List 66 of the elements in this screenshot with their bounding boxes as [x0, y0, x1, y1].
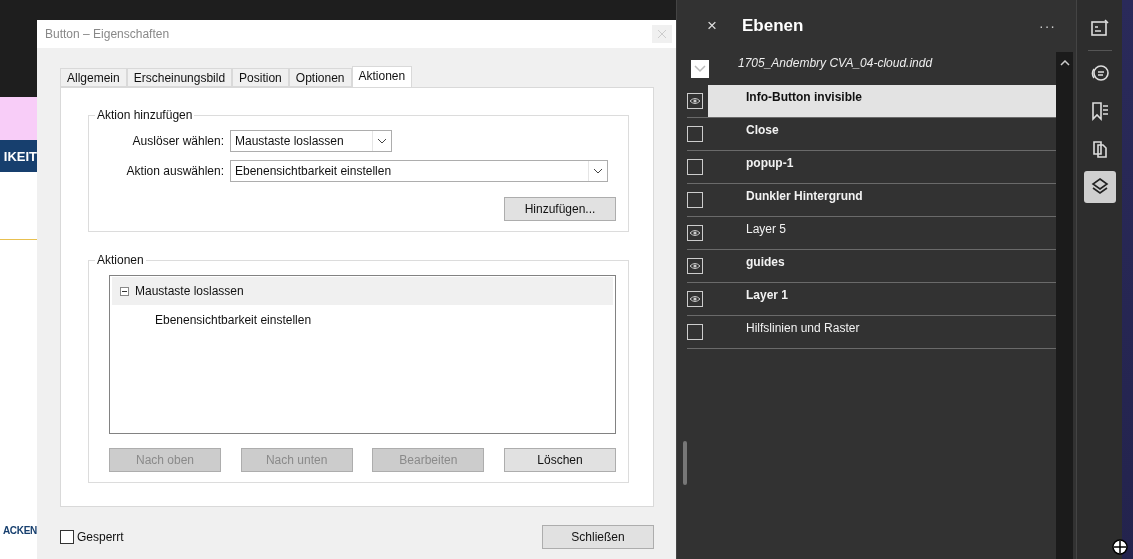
visibility-toggle[interactable]: [687, 291, 703, 307]
more-icon[interactable]: ···: [1039, 18, 1056, 34]
visibility-toggle[interactable]: [687, 93, 703, 109]
close-dialog-button[interactable]: Schließen: [542, 525, 654, 549]
banner-text: IKEIT: [3, 148, 37, 164]
panel-title: Ebenen: [742, 16, 805, 36]
tab[interactable]: Aktionen: [351, 66, 413, 87]
layer-row[interactable]: Layer 5: [687, 217, 1056, 250]
visibility-toggle[interactable]: [687, 159, 703, 175]
dropdown[interactable]: Ebenensichtbarkeit einstellen: [230, 160, 608, 182]
field-label: Aktion auswählen:: [125, 164, 225, 178]
heading-text: ACKEN: [2, 525, 37, 536]
checkbox[interactable]: [60, 530, 74, 544]
close-icon[interactable]: ×: [707, 16, 742, 36]
tab[interactable]: Allgemein: [60, 68, 127, 87]
layer-row[interactable]: Dunkler Hintergrund: [687, 184, 1056, 217]
visibility-toggle[interactable]: [687, 192, 703, 208]
tree-item[interactable]: Maustaste loslassen: [112, 277, 613, 305]
close-icon: [658, 30, 666, 38]
layer-row[interactable]: Hilfslinien und Raster: [687, 316, 1056, 349]
action-button[interactable]: Löschen: [503, 448, 616, 472]
eye-icon: [689, 229, 701, 237]
document-name: 1705_Andembry CVA_04-cloud.indd: [738, 56, 933, 70]
layer-name: Layer 5: [745, 221, 788, 238]
tree-label: Maustaste loslassen: [135, 284, 244, 298]
resize-handle[interactable]: [683, 441, 687, 485]
field-label: Auslöser wählen:: [131, 134, 225, 148]
tab[interactable]: Optionen: [288, 68, 352, 87]
bookmark-icon: [1089, 101, 1110, 121]
layer-name: Close: [745, 122, 780, 139]
comment-icon: [1089, 63, 1110, 83]
scrollbar[interactable]: [1056, 52, 1073, 559]
eye-icon: [689, 97, 701, 105]
eye-icon: [689, 295, 701, 303]
tool-button[interactable]: [1083, 171, 1116, 203]
group-title: Aktionen: [96, 253, 145, 267]
tab[interactable]: Position: [232, 68, 289, 87]
expand-toggle[interactable]: [691, 60, 709, 78]
layer-name: popup-1: [745, 155, 795, 172]
layer-row[interactable]: guides: [687, 250, 1056, 283]
visibility-toggle[interactable]: [687, 225, 703, 241]
locked-checkbox[interactable]: Gesperrt: [60, 530, 124, 544]
layer-name: guides: [745, 254, 786, 271]
layer-row[interactable]: Layer 1: [687, 283, 1056, 316]
collapse-icon[interactable]: [120, 286, 129, 296]
visibility-toggle[interactable]: [687, 324, 703, 340]
tab[interactable]: Erscheinungsbild: [126, 68, 233, 87]
visibility-toggle[interactable]: [687, 126, 703, 142]
checkbox-label: Gesperrt: [77, 530, 124, 544]
group-title: Aktion hinzufügen: [96, 108, 194, 122]
dialog-title: Button – Eigenschaften: [45, 27, 170, 41]
layers-icon: [1089, 177, 1110, 197]
chevron-icon: [694, 65, 706, 73]
tree-item[interactable]: Ebenensichtbarkeit einstellen: [112, 305, 613, 327]
visibility-toggle[interactable]: [687, 258, 703, 274]
move-cursor-icon: [1110, 537, 1130, 557]
layer-name: Hilfslinien und Raster: [745, 320, 861, 337]
eye-icon: [689, 262, 701, 270]
layer-name: Layer 1: [745, 287, 790, 304]
layer-name: Dunkler Hintergrund: [745, 188, 864, 205]
layer-row[interactable]: popup-1: [687, 151, 1056, 184]
scroll-up-icon[interactable]: [1059, 60, 1070, 66]
add-button[interactable]: Hinzufügen...: [504, 197, 616, 221]
layer-row[interactable]: Close: [687, 118, 1056, 151]
form-edit-icon: [1089, 18, 1110, 38]
dropdown[interactable]: Maustaste loslassen: [230, 130, 392, 152]
